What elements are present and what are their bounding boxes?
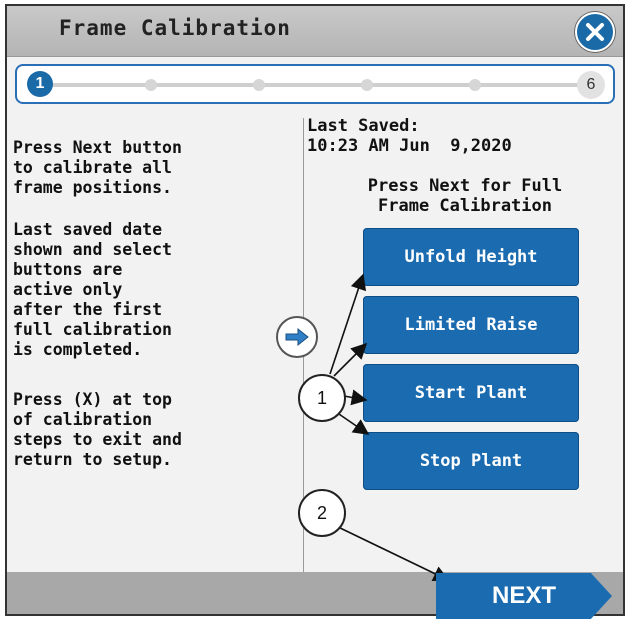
- callout-2: 2: [298, 489, 346, 537]
- stop-plant-button[interactable]: Stop Plant: [363, 432, 579, 490]
- step-progress-bar: 1 6: [15, 64, 615, 104]
- limited-raise-button[interactable]: Limited Raise: [363, 296, 579, 354]
- next-button[interactable]: NEXT: [436, 573, 612, 619]
- close-x-icon: [586, 23, 604, 41]
- title-bar: Frame Calibration: [7, 6, 623, 57]
- instruction-paragraph-1: Press Next button to calibrate all frame…: [13, 138, 182, 197]
- instruction-paragraph-2: Last saved date shown and select buttons…: [13, 220, 172, 359]
- last-saved-value: 10:23 AM Jun 9,2020: [307, 136, 512, 156]
- right-arrow-icon: [276, 316, 318, 358]
- start-plant-button[interactable]: Start Plant: [363, 364, 579, 422]
- step-dot: [145, 79, 157, 91]
- step-dot: [253, 79, 265, 91]
- unfold-height-button[interactable]: Unfold Height: [363, 228, 579, 286]
- callout-1: 1: [298, 374, 346, 422]
- close-button[interactable]: [575, 12, 615, 52]
- full-calibration-prompt: Press Next for Full Frame Calibration: [367, 176, 563, 216]
- progress-track: [47, 83, 583, 87]
- step-dot: [469, 79, 481, 91]
- current-step-indicator: 1: [27, 71, 53, 97]
- final-step-indicator: 6: [577, 71, 605, 99]
- instruction-paragraph-3: Press (X) at top of calibration steps to…: [13, 390, 182, 469]
- step-dot: [361, 79, 373, 91]
- last-saved-label: Last Saved:: [307, 116, 420, 136]
- page-title: Frame Calibration: [59, 16, 291, 40]
